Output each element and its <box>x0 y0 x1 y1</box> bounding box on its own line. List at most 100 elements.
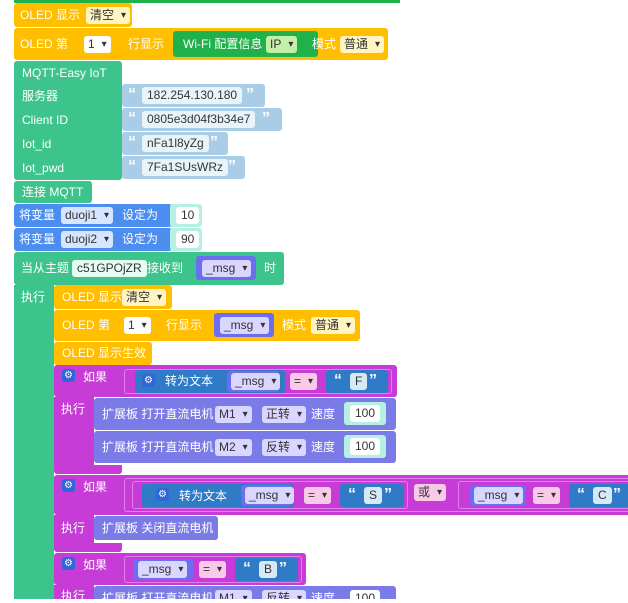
open-quote-icon: “ <box>128 134 136 151</box>
handler-oled-clear-block[interactable]: OLED 显示 清空 <box>54 285 172 309</box>
close-quote-icon: ” <box>613 486 621 503</box>
motor-stop-label: 扩展板 关闭直流电机 <box>102 521 214 535</box>
if-block-2-footer <box>54 543 122 552</box>
motor-on-block-3[interactable]: 扩展板 打开直流电机 M1 反转 速度 100 <box>94 586 396 599</box>
subscribe-topic[interactable]: c51GPOjZR <box>72 260 147 277</box>
open-quote-icon: “ <box>128 158 136 175</box>
wifi-option-dropdown[interactable]: IP <box>266 36 298 53</box>
oled-line-block[interactable]: OLED 第 1 行显示 Wi-Fi 配置信息 IP 模式 普通 <box>14 28 388 60</box>
motor-speed-value[interactable]: 100 <box>350 438 381 455</box>
motor-select-dropdown[interactable]: M2 <box>215 439 252 456</box>
msg-var-dropdown[interactable]: _msg <box>202 260 252 277</box>
open-quote-icon: “ <box>334 372 342 389</box>
open-quote-icon: “ <box>128 110 136 127</box>
motor-speed-label: 速度 <box>311 407 336 421</box>
set-var-block-2[interactable]: 将变量 duoji2 设定为 <box>14 228 172 251</box>
handler-oled-line-block[interactable]: OLED 第 1 行显示 _msg 模式 普通 <box>54 310 360 341</box>
subscribe-block[interactable]: 当从主题 c51GPOjZR 接收到 _msg 时 <box>14 252 284 285</box>
set-var-prefix: 将变量 <box>19 232 56 246</box>
close-quote-icon: ” <box>228 158 236 175</box>
oled-line-suffix: 行显示 <box>128 37 165 51</box>
subscribe-label: 当从主题 <box>21 261 70 275</box>
motor-speed-value[interactable]: 100 <box>350 405 381 422</box>
handler-oled-line-number[interactable]: 1 <box>124 317 151 334</box>
handler-oled-clear-mode[interactable]: 清空 <box>122 289 167 306</box>
motor-speed-value[interactable]: 100 <box>350 590 381 599</box>
handler-oled-mode-label: 模式 <box>282 318 307 332</box>
oled-clear-block[interactable]: OLED 显示 清空 <box>14 3 132 27</box>
gear-icon[interactable]: ⚙ <box>156 488 169 501</box>
motor-stop-block[interactable]: 扩展板 关闭直流电机 <box>94 516 218 540</box>
motor-on-label: 扩展板 打开直流电机 <box>102 591 214 599</box>
string-value[interactable]: S <box>364 487 383 504</box>
motor-select-dropdown[interactable]: M1 <box>215 590 252 599</box>
set-var-block-1[interactable]: 将变量 duoji1 设定为 <box>14 204 172 227</box>
msg-var-socket[interactable]: _msg <box>196 256 256 280</box>
open-quote-icon: “ <box>128 86 136 103</box>
msg-var-dropdown[interactable]: _msg <box>474 487 524 504</box>
msg-var-dropdown[interactable]: _msg <box>245 487 295 504</box>
msg-var-dropdown[interactable]: _msg <box>231 373 281 390</box>
oled-line-number-dropdown[interactable]: 1 <box>84 36 111 53</box>
close-quote-icon: ” <box>279 560 287 577</box>
var-name-dropdown[interactable]: duoji1 <box>61 207 114 224</box>
var-name-dropdown[interactable]: duoji2 <box>61 231 114 248</box>
oled-line-mode-dropdown[interactable]: 普通 <box>340 36 385 53</box>
motor-direction-dropdown[interactable]: 反转 <box>262 590 307 599</box>
close-quote-icon: ” <box>384 486 392 503</box>
oled-show-block[interactable]: OLED 显示生效 <box>54 342 152 365</box>
oled-clear-mode-dropdown[interactable]: 清空 <box>86 7 131 24</box>
gear-icon[interactable]: ⚙ <box>62 479 75 492</box>
string-value[interactable]: F <box>350 373 368 390</box>
connect-mqtt-block[interactable]: 连接 MQTT <box>14 181 92 203</box>
wifi-info-label: Wi-Fi 配置信息 <box>183 37 263 51</box>
set-var-prefix: 将变量 <box>19 208 56 222</box>
mqtt-server-value[interactable]: 182.254.130.180 <box>142 87 243 104</box>
string-value[interactable]: B <box>259 561 278 578</box>
msg-var-dropdown[interactable]: _msg <box>138 561 188 578</box>
or-op-dropdown[interactable]: 或 <box>414 484 447 501</box>
set-var-value-1[interactable]: 10 <box>176 207 200 224</box>
open-quote-icon: “ <box>348 486 356 503</box>
handler-oled-clear-label: OLED 显示 <box>62 290 123 304</box>
handler-oled-line-suffix: 行显示 <box>166 318 203 332</box>
mqtt-iotid-value[interactable]: nFa1l8yZg <box>142 135 209 152</box>
string-value[interactable]: C <box>593 487 612 504</box>
motor-on-label: 扩展板 打开直流电机 <box>102 440 214 454</box>
motor-on-block-2[interactable]: 扩展板 打开直流电机 M2 反转 速度 100 <box>94 431 396 463</box>
exec-label: 执行 <box>61 589 86 603</box>
wifi-info-block[interactable]: Wi-Fi 配置信息 IP <box>173 31 318 57</box>
compare-op-dropdown[interactable]: = <box>533 487 561 504</box>
close-quote-icon: ” <box>210 134 218 151</box>
subscribe-tail: 时 <box>264 261 277 275</box>
if-label: 如果 <box>83 558 108 572</box>
subscribe-exec-label: 执行 <box>21 290 46 304</box>
gear-icon[interactable]: ⚙ <box>62 557 75 570</box>
compare-op-dropdown[interactable]: = <box>290 373 318 390</box>
open-quote-icon: “ <box>577 486 585 503</box>
connect-mqtt-label: 连接 MQTT <box>22 185 84 199</box>
to-text-label: 转为文本 <box>179 489 228 503</box>
set-var-value-2[interactable]: 90 <box>176 231 200 248</box>
set-var-set-label: 设定为 <box>122 232 159 246</box>
motor-direction-dropdown[interactable]: 反转 <box>262 439 307 456</box>
if-label: 如果 <box>83 370 108 384</box>
oled-line-mode-label: 模式 <box>312 37 337 51</box>
motor-direction-dropdown[interactable]: 正转 <box>262 406 307 423</box>
exec-label: 执行 <box>61 402 86 416</box>
motor-select-dropdown[interactable]: M1 <box>215 406 252 423</box>
mqtt-server-label: 服务器 <box>22 89 59 103</box>
gear-icon[interactable]: ⚙ <box>142 374 155 387</box>
compare-op-dropdown[interactable]: = <box>199 561 227 578</box>
mqtt-iotpwd-value[interactable]: 7Fa1SUsWRz <box>142 159 229 176</box>
compare-op-dropdown[interactable]: = <box>304 487 332 504</box>
exec-label: 执行 <box>61 521 86 535</box>
handler-msg-dropdown[interactable]: _msg <box>220 317 270 334</box>
mqtt-iotid-label: Iot_id <box>22 137 52 151</box>
gear-icon[interactable]: ⚙ <box>62 369 75 382</box>
handler-msg-socket[interactable]: _msg <box>214 313 274 337</box>
handler-oled-mode-dropdown[interactable]: 普通 <box>311 317 356 334</box>
mqtt-clientid-value[interactable]: 0805e3d04f3b34e7 <box>142 111 256 128</box>
open-quote-icon: “ <box>243 560 251 577</box>
motor-on-block-1[interactable]: 扩展板 打开直流电机 M1 正转 速度 100 <box>94 398 396 430</box>
